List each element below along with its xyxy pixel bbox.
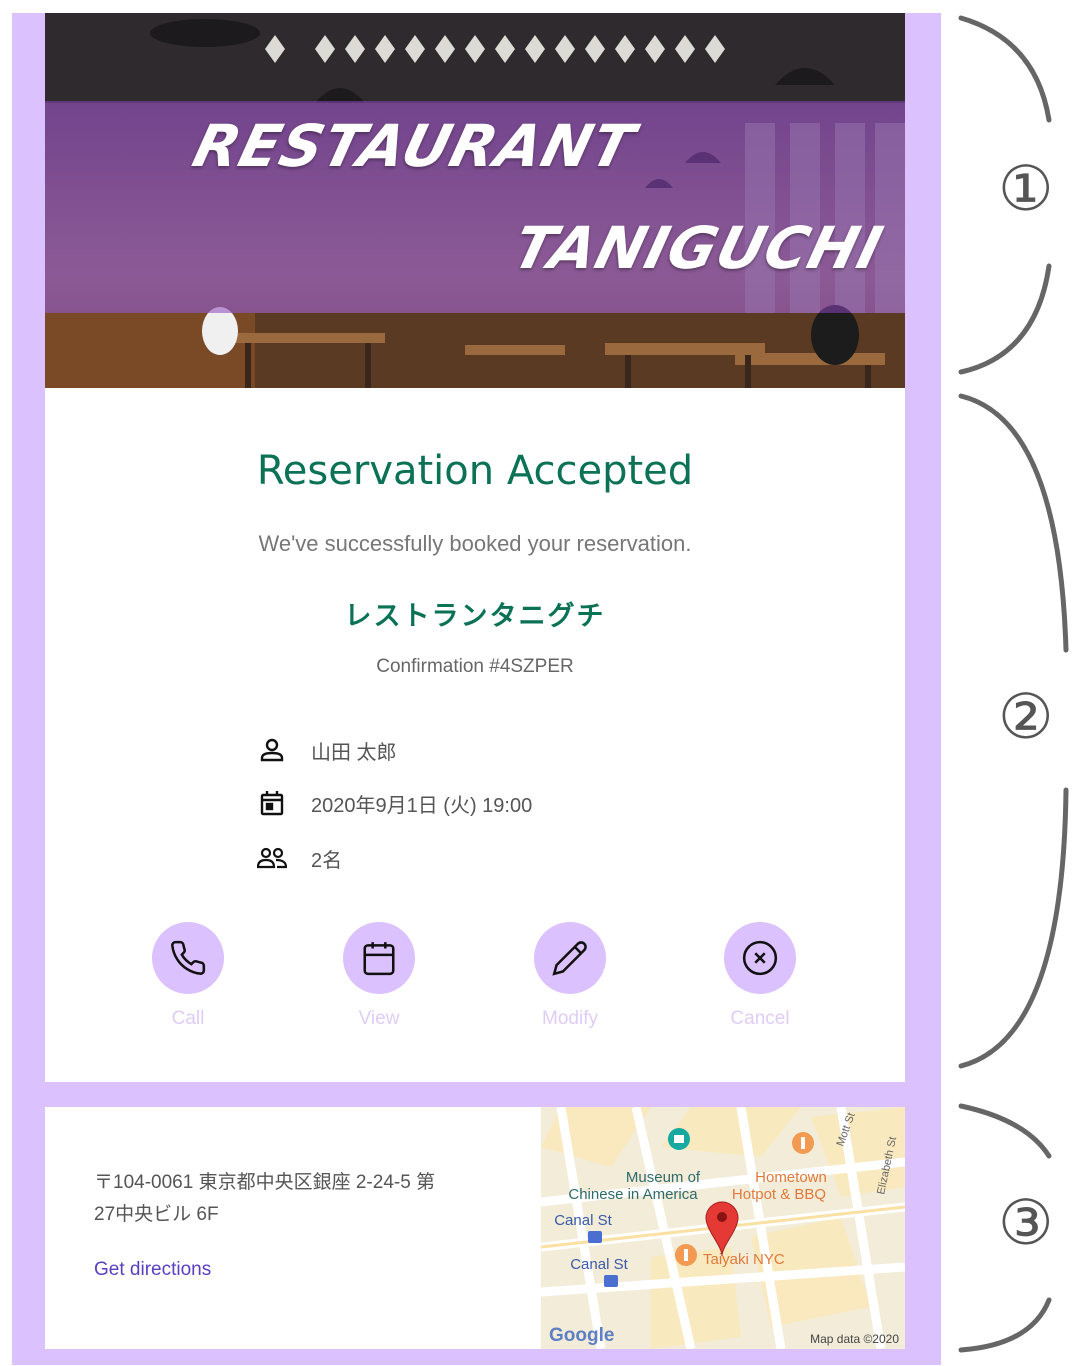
view-label: View [358,1008,400,1029]
address-line-2: 27中央ビル 6F [94,1204,219,1225]
hero-title-restaurant: RESTAURANT [186,112,642,180]
map[interactable]: Museum of Chinese in America Hometown Ho… [541,1107,905,1349]
subway-icon[interactable] [604,1275,618,1287]
page-title: Reservation Accepted [256,448,694,494]
view-action[interactable]: View [319,922,439,1030]
cancel-button[interactable] [724,922,796,994]
map-museum-label-2: Chinese in America [568,1186,698,1203]
call-button[interactable] [152,922,224,994]
hero-banner: RESTAURANT TANIGUCHI [45,13,905,388]
cancel-label: Cancel [730,1008,790,1029]
map-hotpot-label-2: Hotpot & BBQ [732,1186,826,1203]
map-station-label-1: Canal St [554,1212,612,1229]
calendar-day-icon [257,788,287,818]
map-hotpot-label-1: Hometown [755,1169,827,1186]
taiyaki-poi[interactable] [675,1244,697,1266]
hero-title-taniguchi: TANIGUCHI [506,214,890,282]
person-icon [257,735,287,765]
restaurant-name: レストランタニグチ [344,601,606,631]
section-number-2: ② [998,680,1054,753]
hotpot-poi[interactable] [792,1132,814,1154]
modify-button[interactable] [534,922,606,994]
call-action[interactable]: Call [128,922,248,1030]
party-size-text: 2名 [311,849,343,872]
call-label: Call [171,1008,205,1029]
detail-datetime: 2020年9月1日 (火) 19:00 [257,785,532,821]
museum-poi[interactable] [668,1128,690,1150]
cancel-action[interactable]: Cancel [700,922,820,1030]
get-directions-link[interactable]: Get directions [94,1259,211,1281]
confirmation-number: Confirmation #4SZPER [376,656,574,677]
reservation-subtitle: We've successfully booked your reservati… [258,531,692,556]
calendar-icon [363,942,395,976]
reservation-card: Reservation Accepted We've successfully … [45,388,905,1082]
cancel-circle-icon [742,940,778,976]
detail-party-size: 2名 [257,840,342,876]
section-number-1: ① [998,152,1054,225]
modify-label: Modify [542,1008,598,1029]
detail-guest-name: 山田 太郎 [257,732,397,768]
map-taiyaki-label: Taiyaki NYC [703,1251,785,1268]
people-icon [257,843,287,873]
section-number-3: ③ [998,1186,1054,1259]
subway-icon[interactable] [588,1231,602,1243]
modify-action[interactable]: Modify [510,922,630,1030]
datetime-text: 2020年9月1日 (火) 19:00 [311,794,533,817]
location-card: 〒104-0061 東京都中央区銀座 2-24-5 第 27中央ビル 6F Ge… [45,1107,905,1349]
map-museum-label-1: Museum of [626,1169,701,1186]
pencil-icon [552,941,587,976]
phone-icon [171,940,206,975]
map-attribution: Map data ©2020 [810,1332,899,1346]
address: 〒104-0061 東京都中央区銀座 2-24-5 第 27中央ビル 6F [94,1167,494,1231]
address-line-1: 〒104-0061 東京都中央区銀座 2-24-5 第 [94,1172,436,1193]
view-button[interactable] [343,922,415,994]
map-station-label-2: Canal St [570,1256,628,1273]
google-logo: Google [549,1325,614,1346]
guest-name-text: 山田 太郎 [311,741,397,764]
